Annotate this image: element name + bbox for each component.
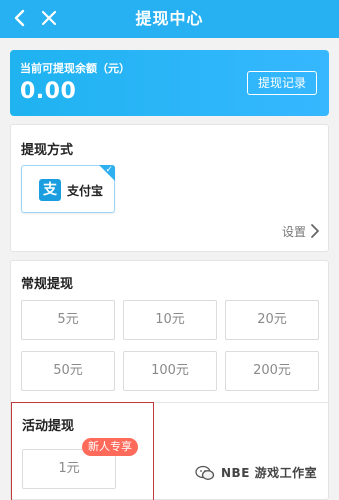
amount-option-20[interactable]: 20元	[225, 300, 319, 340]
check-icon: ✓	[105, 165, 113, 175]
balance-card: 当前可提现余额（元） 0.00 提现记录	[10, 50, 329, 116]
amount-option-5[interactable]: 5元	[21, 300, 115, 340]
top-bar: 提现中心	[0, 0, 339, 38]
page-title: 提现中心	[135, 9, 204, 28]
alipay-option[interactable]: 支 支付宝 ✓	[21, 165, 115, 213]
alipay-icon: 支	[39, 179, 61, 201]
settings-label: 设置	[281, 224, 306, 239]
withdraw-method-card: 提现方式 支 支付宝 ✓ 设置	[10, 124, 329, 252]
activity-withdraw-title: 活动提现	[22, 419, 75, 434]
watermark: NBE 游戏工作室	[195, 464, 317, 481]
withdraw-method-title: 提现方式	[21, 143, 74, 158]
watermark-text: NBE 游戏工作室	[221, 466, 318, 480]
balance-amount: 0.00	[20, 79, 77, 104]
withdraw-record-button[interactable]: 提现记录	[247, 71, 317, 95]
settings-link[interactable]: 设置	[282, 221, 320, 241]
alipay-label: 支付宝	[67, 184, 104, 198]
amount-option-10[interactable]: 10元	[123, 300, 217, 340]
balance-label: 当前可提现余额（元）	[20, 62, 130, 75]
regular-withdraw-title: 常规提现	[21, 277, 74, 292]
amount-option-50[interactable]: 50元	[21, 351, 115, 391]
wechat-icon	[195, 465, 215, 480]
activity-withdraw-section: 活动提现 1元 新人专享	[11, 402, 154, 500]
amount-option-100[interactable]: 100元	[123, 351, 217, 391]
chevron-right-icon	[311, 224, 319, 238]
amount-option-200[interactable]: 200元	[225, 351, 319, 391]
new-user-badge: 新人专享	[82, 438, 138, 456]
